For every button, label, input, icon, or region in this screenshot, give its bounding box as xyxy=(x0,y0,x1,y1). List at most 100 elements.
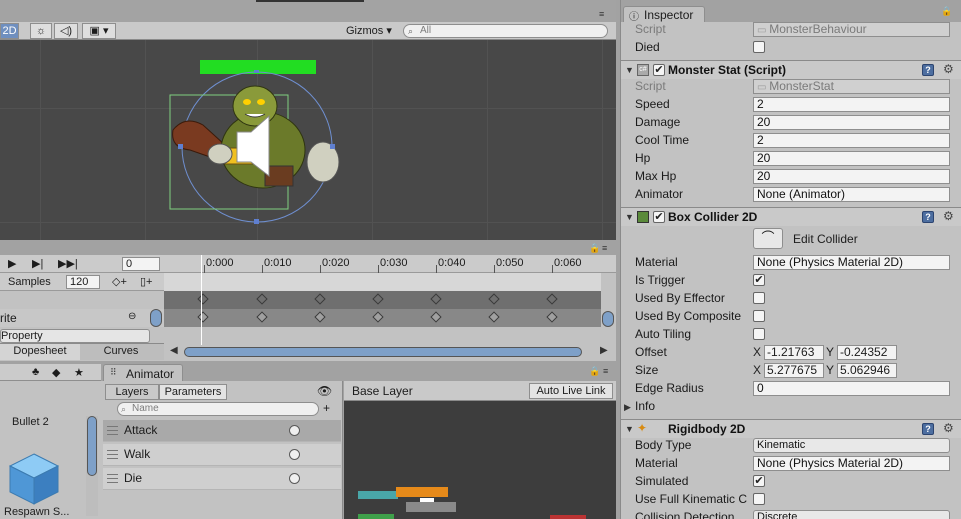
keyframe-row[interactable] xyxy=(164,291,601,309)
monster-sprite[interactable] xyxy=(165,70,355,230)
search-input[interactable]: ⌕ All xyxy=(403,24,608,38)
drag-handle-icon[interactable] xyxy=(107,450,118,459)
gear-icon[interactable]: ⚙ xyxy=(943,210,955,222)
collision-detection-dropdown[interactable]: Discrete xyxy=(753,510,950,519)
timeline-ruler[interactable]: 0:000 0:010 0:020 0:030 0:040 0:050 0:06… xyxy=(164,255,616,273)
box-collider-header[interactable]: ▼ ✔ Box Collider 2D ? ⚙ xyxy=(621,207,961,226)
offset-y-field[interactable]: -0.24352 xyxy=(837,345,897,360)
keyframe-summary-row[interactable] xyxy=(164,273,601,291)
hp-field[interactable]: 20 xyxy=(753,151,950,166)
help-icon[interactable]: ? xyxy=(922,423,934,435)
audio-icon[interactable]: ◁) xyxy=(54,23,78,39)
project-panel[interactable]: ♣ ◆ ★ Bullet 2 Respawn S... xyxy=(0,364,101,519)
size-y-field[interactable]: 5.062946 xyxy=(837,363,897,378)
used-by-composite-checkbox[interactable] xyxy=(753,310,765,322)
eye-icon[interactable]: 👁 xyxy=(317,384,332,398)
lock-icon[interactable]: 🔒 xyxy=(589,366,600,377)
enabled-checkbox[interactable]: ✔ xyxy=(653,64,665,76)
edge-radius-field[interactable]: 0 xyxy=(753,381,950,396)
tab-dopesheet[interactable]: Dopesheet xyxy=(0,344,80,360)
parameter-row-walk[interactable]: Walk xyxy=(103,444,341,466)
drag-handle-icon[interactable] xyxy=(107,474,118,483)
vertical-scrollbar[interactable] xyxy=(602,291,614,345)
parameter-row-attack[interactable]: Attack xyxy=(103,420,341,442)
menu-icon[interactable]: ≡ xyxy=(602,243,607,253)
gizmos-dropdown[interactable]: Gizmos ▾ xyxy=(346,24,392,37)
material-field[interactable]: None (Physics Material 2D) xyxy=(753,255,950,270)
rigidbody-header[interactable]: ▼ ✦ Rigidbody 2D ? ⚙ xyxy=(621,419,961,438)
trigger-radio[interactable] xyxy=(289,473,300,484)
maxhp-field[interactable]: 20 xyxy=(753,169,950,184)
info-foldout[interactable]: Info xyxy=(635,399,655,413)
tab-parameters[interactable]: Parameters xyxy=(159,384,227,400)
samples-input[interactable]: 120 xyxy=(66,275,100,289)
damage-field[interactable]: 20 xyxy=(753,115,950,130)
animation-window[interactable]: 🔒 ≡ ▶ ▶| ▶▶| 0 0:000 0:010 0:020 0:030 0… xyxy=(0,243,616,361)
mode-2d-button[interactable]: 2D xyxy=(0,23,19,39)
add-keyframe-icon[interactable]: ◇+ xyxy=(112,275,127,288)
state-node[interactable] xyxy=(550,515,586,519)
full-kinematic-checkbox[interactable] xyxy=(753,493,765,505)
add-property-button[interactable]: Property xyxy=(0,329,150,343)
auto-live-link-button[interactable]: Auto Live Link xyxy=(529,383,613,399)
tab-animator[interactable]: ⠿ Animator xyxy=(103,364,183,381)
inspector-panel[interactable]: 🔒 ⓘ Inspector Script ▭ MonsterBehaviour … xyxy=(620,0,961,519)
animator-field[interactable]: None (Animator) xyxy=(753,187,950,202)
project-scrollbar[interactable] xyxy=(86,416,98,516)
lock-icon[interactable]: 🔒 xyxy=(589,243,600,254)
favorite-icon[interactable]: ★ xyxy=(74,366,84,379)
info-foldout-icon[interactable]: ▶ xyxy=(624,402,631,413)
cube-icon[interactable] xyxy=(6,450,62,506)
monster-stat-header[interactable]: ▼ c# ✔ Monster Stat (Script) ? ⚙ xyxy=(621,60,961,79)
transition-arrow[interactable] xyxy=(420,498,434,502)
cooltime-field[interactable]: 2 xyxy=(753,133,950,148)
scene-view[interactable]: ≡ 2D ☼ ◁) ▣ ▾ Gizmos ▾ ⌕ All xyxy=(0,0,616,240)
state-node-default[interactable] xyxy=(396,487,448,497)
drag-handle-icon[interactable] xyxy=(107,426,118,435)
next-frame-icon[interactable]: ▶| xyxy=(32,257,43,270)
foldout-icon[interactable]: ▼ xyxy=(625,424,634,434)
lighting-icon[interactable]: ☼ xyxy=(30,23,52,39)
help-icon[interactable]: ? xyxy=(922,64,934,76)
gear-icon[interactable]: ⚙ xyxy=(943,422,955,434)
parameter-row-die[interactable]: Die xyxy=(103,468,341,490)
frame-input[interactable]: 0 xyxy=(122,257,160,271)
add-event-icon[interactable]: ▯+ xyxy=(140,275,152,288)
tab-layers[interactable]: Layers xyxy=(105,384,159,400)
edit-collider-button[interactable]: ⌒ xyxy=(753,228,783,249)
animator-graph[interactable]: Base Layer Auto Live Link xyxy=(344,381,616,519)
state-node[interactable] xyxy=(358,491,398,499)
tab-inspector[interactable]: ⓘ Inspector xyxy=(623,6,705,23)
menu-icon[interactable]: ≡ xyxy=(603,366,608,376)
used-by-effector-checkbox[interactable] xyxy=(753,292,765,304)
speed-field[interactable]: 2 xyxy=(753,97,950,112)
add-parameter-button[interactable]: + xyxy=(323,401,330,415)
parameter-search-input[interactable]: ⌕ Name xyxy=(117,402,319,416)
trigger-radio[interactable] xyxy=(289,425,300,436)
rigidbody-material-field[interactable]: None (Physics Material 2D) xyxy=(753,456,950,471)
foldout-icon[interactable]: ▼ xyxy=(625,212,634,222)
trigger-radio[interactable] xyxy=(289,449,300,460)
create-icon[interactable]: ♣ xyxy=(32,366,39,378)
lock-icon[interactable]: 🔒 xyxy=(941,6,952,17)
last-frame-icon[interactable]: ▶▶| xyxy=(58,257,78,270)
property-row-sprite[interactable]: rite ⊖ xyxy=(0,309,164,327)
keyframe-row-sprite[interactable] xyxy=(164,309,601,327)
play-icon[interactable]: ▶ xyxy=(8,257,16,270)
effects-icon[interactable]: ▣ ▾ xyxy=(82,23,116,39)
horizontal-scrollbar[interactable]: ◀ ▶ xyxy=(164,345,616,359)
simulated-checkbox[interactable]: ✔ xyxy=(753,475,765,487)
state-node[interactable] xyxy=(406,502,456,512)
playhead[interactable] xyxy=(201,255,202,345)
scroll-thumb[interactable] xyxy=(150,309,162,327)
is-trigger-checkbox[interactable]: ✔ xyxy=(753,274,765,286)
auto-tiling-checkbox[interactable] xyxy=(753,328,765,340)
body-type-dropdown[interactable]: Kinematic xyxy=(753,438,950,453)
menu-icon[interactable]: ≡ xyxy=(599,9,611,19)
enabled-checkbox[interactable]: ✔ xyxy=(653,211,665,223)
died-checkbox[interactable] xyxy=(753,41,765,53)
visibility-icon[interactable]: ⊖ xyxy=(128,311,136,322)
tag-icon[interactable]: ◆ xyxy=(52,366,60,379)
size-x-field[interactable]: 5.277675 xyxy=(764,363,824,378)
breadcrumb-base-layer[interactable]: Base Layer xyxy=(352,384,413,398)
